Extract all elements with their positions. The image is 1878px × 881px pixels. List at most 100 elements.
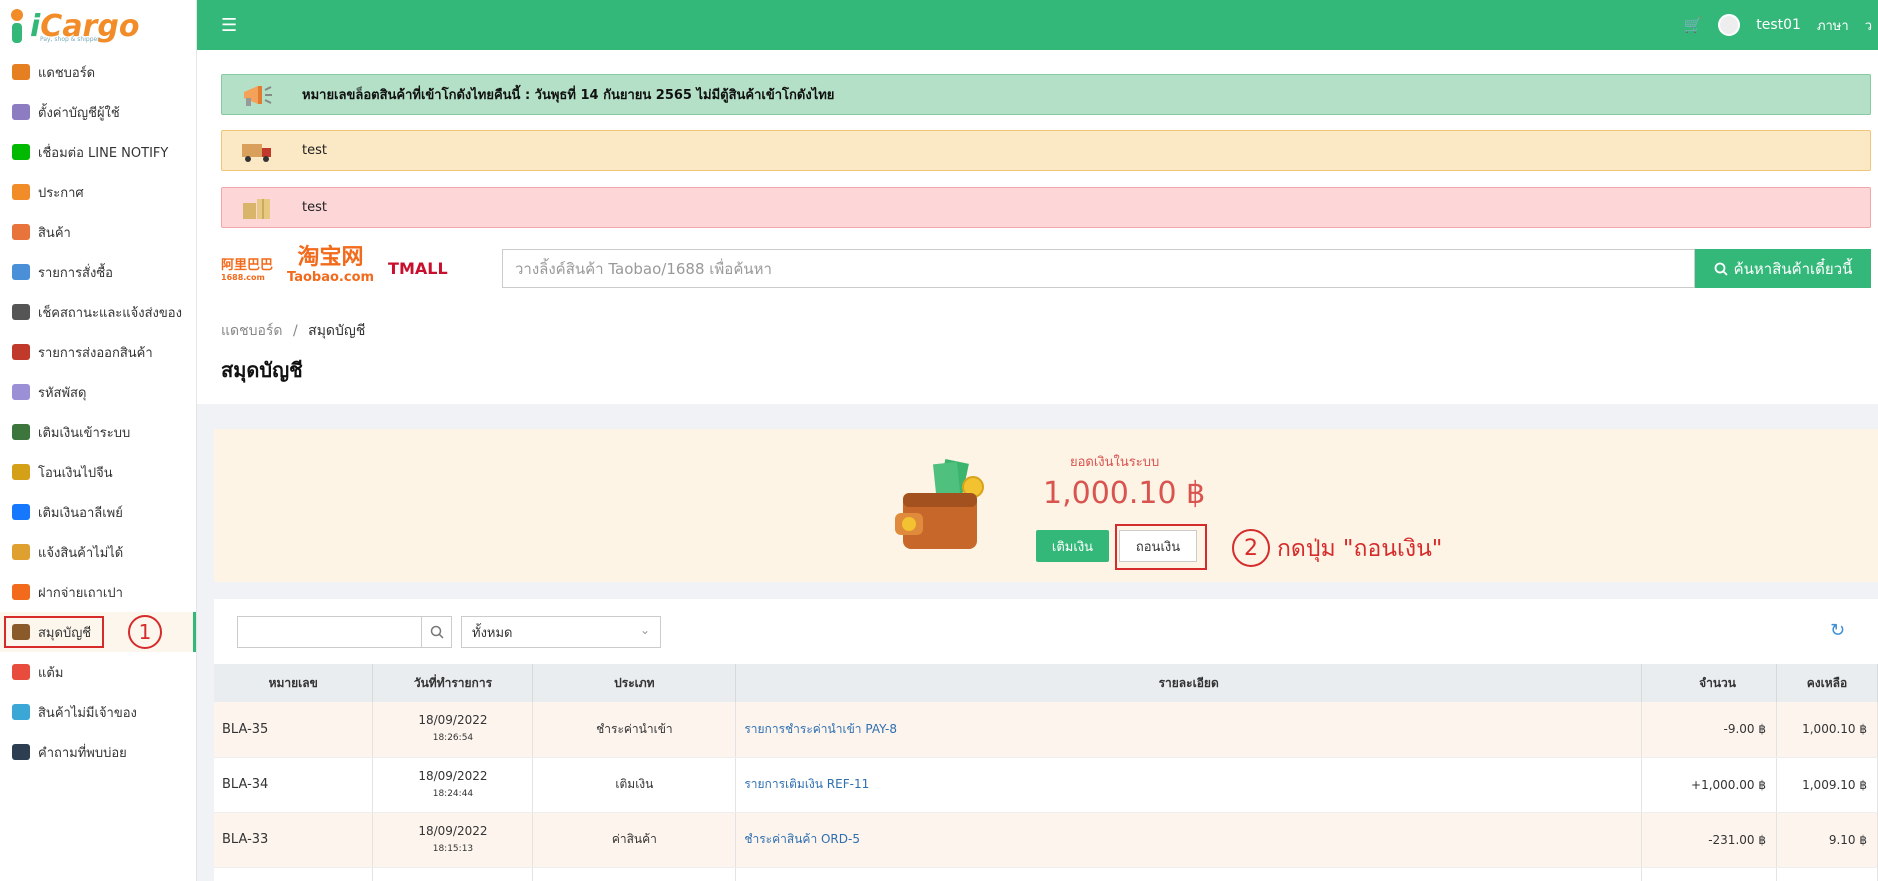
sidebar-item[interactable]: รายการส่งออกสินค้า [0,332,196,372]
username[interactable]: test01 [1756,17,1801,33]
annotation-step-1: 1 [128,615,162,649]
menu-collapse-icon[interactable]: ☰ [221,15,241,36]
cell-balance: 1,009.10 ฿ [1776,757,1878,813]
brand-prefix: i [30,8,41,44]
col-header-type[interactable]: ประเภท [532,664,737,702]
refresh-icon[interactable]: ↻ [1830,620,1845,641]
avatar[interactable] [1718,14,1741,36]
cell-amount: -231.00 ฿ [1641,812,1777,868]
product-link-search-input[interactable]: วางลิ้งค์สินค้า Taobao/1688 เพื่อค้นหา [502,249,1695,288]
filter-search-input[interactable] [237,616,422,648]
cell-balance: 1,000.10 ฿ [1776,702,1878,758]
sidebar-item[interactable]: เช็คสถานะและแจ้งส่งของ [0,292,196,332]
taobao-icon [12,584,30,600]
sidebar-item[interactable]: คำถามที่พบบ่อย [0,732,196,772]
filter-search-button[interactable] [421,616,452,648]
breadcrumb-separator: / [292,323,298,339]
points-icon [12,664,30,680]
balance-label: ยอดเงินในระบบ [1070,455,1160,470]
sidebar-item-label: รหัสพัสดุ [38,385,87,401]
sidebar-item[interactable]: โอนเงินไปจีน [0,452,196,492]
user-settings-icon [12,104,30,120]
truck-icon [12,344,30,360]
sidebar-item[interactable]: เติมเงินอาลีเพย์ [0,492,196,532]
col-header-amount[interactable]: จำนวน [1641,664,1777,702]
type-filter-select[interactable]: ทั้งหมด ⌄ [461,616,661,648]
row-amount: -9.00 ฿ [1723,722,1766,737]
row-detail-link[interactable]: รายการเติมเงิน REF-11 [744,777,869,791]
cell-detail: ชำระค่าสินค้า ORD-5 [735,812,1643,868]
cell-amount: +1,000.00 ฿ [1641,757,1777,813]
sidebar-item[interactable]: ตั้งค่าบัญชีผู้ใช้ [0,92,196,132]
language-menu[interactable]: ภาษา [1817,15,1849,36]
marketplace-logos: 阿里巴巴 1688.com 淘宝网 Taobao.com TMALL [221,246,448,290]
alert-text: หมายเลขล็อตสินค้าที่เข้าโกดังไทยคืนนี้ :… [302,88,835,103]
cell-type: เติมเงิน [532,757,737,813]
boxes-icon [243,198,270,219]
sidebar-item[interactable]: รหัสพัสดุ [0,372,196,412]
row-balance: 9.10 ฿ [1828,832,1867,847]
alibaba-1688-logo[interactable]: 阿里巴巴 1688.com [221,254,273,282]
table-row: BLA-33 18/09/2022 18:15:13 ค่าสินค้า ชำระค่า… [214,812,1878,868]
line-icon [12,144,30,160]
col-header-balance[interactable]: คงเหลือ [1776,664,1878,702]
sidebar-item[interactable]: รายการสั่งซื้อ [0,252,196,292]
sidebar-item-label: เชื่อมต่อ LINE NOTIFY [38,145,169,161]
sidebar-item[interactable]: สินค้าไม่มีเจ้าของ [0,692,196,732]
sidebar-item-label: ประกาศ [38,185,84,201]
alert-text: test [302,143,327,158]
annotation-step-2: 2 [1232,529,1270,567]
col-header-number[interactable]: หมายเลข [214,664,374,702]
sidebar-item-label: รายการสั่งซื้อ [38,265,113,281]
alert-notice-danger: test [221,187,1871,228]
sidebar-item-label: ฝากจ่ายเถาเปา [38,585,123,601]
cart-icon[interactable]: 🛒 [1684,16,1703,34]
row-detail-link[interactable]: รายการชำระค่านำเข้า PAY-8 [744,722,897,736]
alert-announcement: หมายเลขล็อตสินค้าที่เข้าโกดังไทยคืนนี้ :… [221,74,1871,115]
cell-number: BLA-34 [214,757,374,813]
col-header-detail[interactable]: รายละเอียด [735,664,1643,702]
table-header-row: หมายเลข วันที่ทำรายการ ประเภท รายละเอียด… [214,664,1878,702]
row-detail-link[interactable]: ชำระค่าสินค้า ORD-5 [744,832,860,846]
page-title: สมุดบัญชี [221,358,303,382]
topup-button[interactable]: เติมเงิน [1036,530,1109,562]
sidebar-item[interactable]: แจ้งสินค้าไม่ได้ [0,532,196,572]
row-balance: 1,000.10 ฿ [1802,722,1867,737]
sidebar-item[interactable]: สมุดบัญชี 1 [0,612,196,652]
sidebar-item-label: รายการส่งออกสินค้า [38,345,153,361]
chart-icon [12,64,30,80]
cell-type [532,867,737,881]
chevron-down-icon: ⌄ [639,623,650,637]
sidebar-nav: แดชบอร์ด ตั้งค่าบัญชีผู้ใช้เชื่อมต่อ LINE… [0,52,196,772]
faq-icon [12,744,30,760]
shopping-bag-icon [12,224,30,240]
logo-mark-icon [8,9,26,43]
wallet-topup-icon [12,424,30,440]
sidebar-item[interactable]: ฝากจ่ายเถาเปา [0,572,196,612]
alert-text: test [302,200,327,215]
cell-number: BLA-33 [214,812,374,868]
app-logo[interactable]: iCargo Pay, shop & shipper [0,0,196,52]
tmall-logo[interactable]: TMALL [388,259,448,278]
withdraw-button[interactable]: ถอนเงิน [1119,530,1197,562]
search-products-button[interactable]: ค้นหาสินค้าเดี๋ยวนี้ [1695,249,1871,288]
cell-date: 18/09/2022 [372,867,534,881]
report-icon [12,544,30,560]
col-header-date[interactable]: วันที่ทำรายการ [372,664,534,702]
sidebar-item[interactable]: ประกาศ [0,172,196,212]
taobao-logo[interactable]: 淘宝网 Taobao.com [287,247,374,288]
sidebar-item[interactable]: สินค้า [0,212,196,252]
megaphone-icon [244,85,272,106]
cell-amount: -9.00 ฿ [1641,702,1777,758]
sidebar-item[interactable]: เชื่อมต่อ LINE NOTIFY [0,132,196,172]
breadcrumb: แดชบอร์ด / สมุดบัญชี [221,320,365,342]
sidebar-item[interactable]: แดชบอร์ด [0,52,196,92]
row-number: BLA-34 [222,777,269,792]
sidebar-item[interactable]: แต้ม [0,652,196,692]
cell-detail: รายการชำระค่านำเข้า PAY-8 [735,702,1643,758]
sidebar-item[interactable]: เติมเงินเข้าระบบ [0,412,196,452]
table-row: BLA-35 18/09/2022 18:26:54 ชำระค่านำเข้า ราย… [214,702,1878,758]
breadcrumb-home[interactable]: แดชบอร์ด [221,323,283,339]
cell-type: ชำระค่านำเข้า [532,702,737,758]
cell-date: 18/09/2022 18:24:44 [372,757,534,813]
